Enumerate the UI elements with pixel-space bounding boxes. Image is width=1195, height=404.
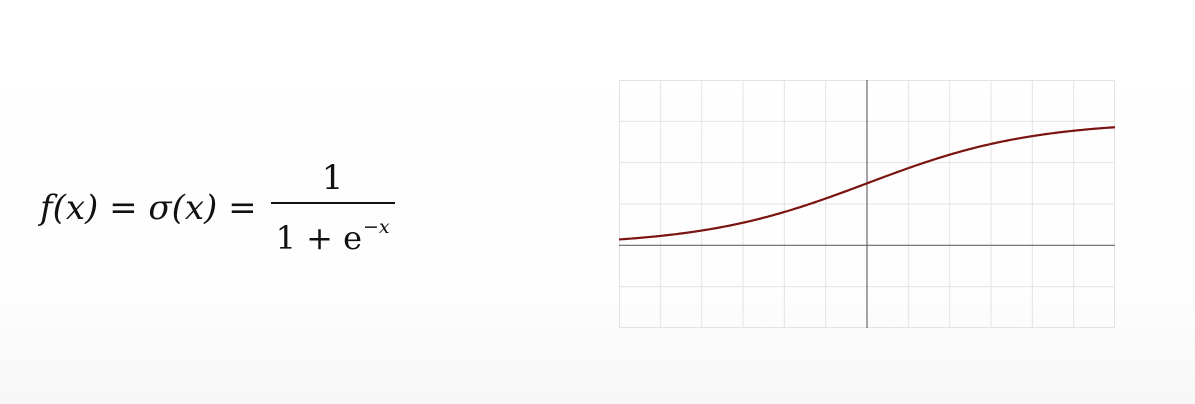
- denominator-exponent: −x: [363, 215, 390, 238]
- sigmoid-chart: [619, 80, 1115, 328]
- sigmoid-formula: f(x) = σ(x) = 1 1 + e−x: [40, 157, 395, 259]
- fraction-numerator: 1: [321, 157, 344, 198]
- formula-fraction: 1 1 + e−x: [270, 157, 395, 259]
- fraction-denominator: 1 + e−x: [276, 204, 390, 259]
- denominator-base: 1 + e: [275, 218, 363, 257]
- formula-lhs: f(x) = σ(x) =: [40, 188, 257, 228]
